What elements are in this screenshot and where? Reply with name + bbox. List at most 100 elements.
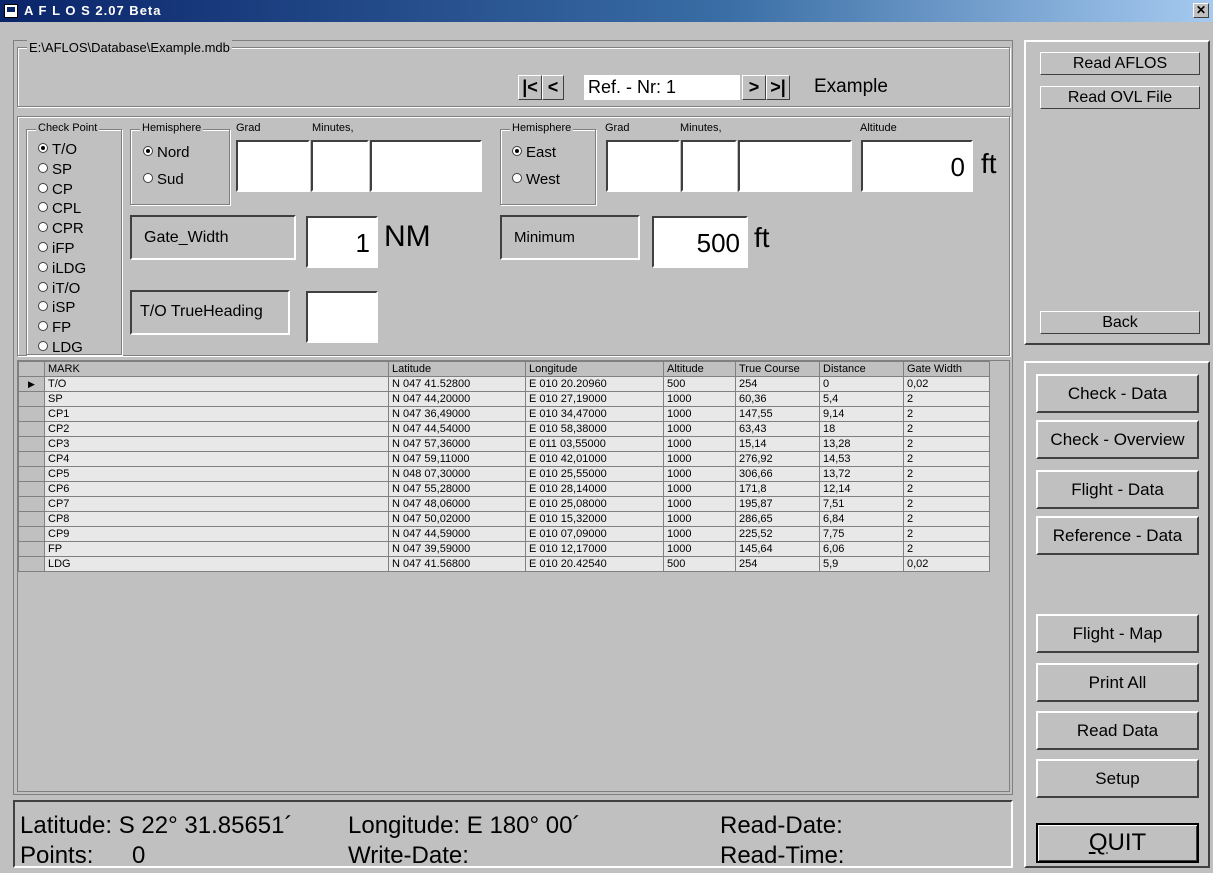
table-row[interactable]: CP8 N 047 50,02000 E 010 15,32000 1000 286,6… bbox=[18, 511, 990, 527]
radio-checkpoint-isp[interactable]: iSP bbox=[38, 300, 75, 315]
table-cell[interactable]: 1000 bbox=[663, 481, 736, 497]
table-cell[interactable]: 1000 bbox=[663, 406, 736, 422]
table-cell[interactable]: 2 bbox=[903, 451, 990, 467]
first-record-button[interactable]: |< bbox=[518, 75, 542, 100]
table-cell[interactable]: 276,92 bbox=[735, 451, 820, 467]
column-header[interactable]: Distance bbox=[819, 361, 904, 377]
table-cell[interactable]: 171,8 bbox=[735, 481, 820, 497]
row-selector[interactable] bbox=[18, 421, 45, 437]
row-selector[interactable] bbox=[18, 391, 45, 407]
table-cell[interactable]: 0,02 bbox=[903, 556, 990, 572]
radio-checkpoint-ito[interactable]: iT/O bbox=[38, 281, 80, 296]
table-row[interactable]: CP7 N 047 48,06000 E 010 25,08000 1000 195,8… bbox=[18, 496, 990, 512]
table-row[interactable]: ▶ T/O N 047 41.52800 E 010 20.20960 500 254 0 0… bbox=[18, 376, 990, 392]
table-cell[interactable]: 1000 bbox=[663, 391, 736, 407]
table-cell[interactable]: E 010 07,09000 bbox=[525, 526, 664, 542]
radio-checkpoint-cp[interactable]: CP bbox=[38, 182, 73, 197]
table-cell[interactable]: N 047 44,59000 bbox=[388, 526, 526, 542]
table-cell[interactable]: 1000 bbox=[663, 466, 736, 482]
table-cell[interactable]: 7,51 bbox=[819, 496, 904, 512]
table-cell[interactable]: 2 bbox=[903, 466, 990, 482]
radio-checkpoint-ldg[interactable]: LDG bbox=[38, 340, 83, 355]
table-cell[interactable]: 254 bbox=[735, 376, 820, 392]
radio-checkpoint-fp[interactable]: FP bbox=[38, 320, 71, 335]
next-record-button[interactable]: > bbox=[742, 75, 766, 100]
table-cell[interactable]: 63,43 bbox=[735, 421, 820, 437]
lon-grad-input[interactable] bbox=[606, 140, 680, 192]
row-selector[interactable] bbox=[18, 466, 45, 482]
check-overview-button[interactable]: Check - Overview bbox=[1036, 420, 1199, 459]
table-cell[interactable]: E 010 27,19000 bbox=[525, 391, 664, 407]
radio-checkpoint-to[interactable]: T/O bbox=[38, 142, 77, 157]
radio-checkpoint-ifp[interactable]: iFP bbox=[38, 241, 75, 256]
lon-minutes-input[interactable] bbox=[681, 140, 737, 192]
table-cell[interactable]: CP1 bbox=[44, 406, 389, 422]
radio-checkpoint-cpl[interactable]: CPL bbox=[38, 201, 81, 216]
table-cell[interactable]: 2 bbox=[903, 541, 990, 557]
table-cell[interactable]: N 047 41.56800 bbox=[388, 556, 526, 572]
table-cell[interactable]: 14,53 bbox=[819, 451, 904, 467]
table-cell[interactable]: CP6 bbox=[44, 481, 389, 497]
table-cell[interactable]: E 010 12,17000 bbox=[525, 541, 664, 557]
table-cell[interactable]: CP4 bbox=[44, 451, 389, 467]
table-cell[interactable]: 7,75 bbox=[819, 526, 904, 542]
table-cell[interactable]: 286,65 bbox=[735, 511, 820, 527]
table-cell[interactable]: 500 bbox=[663, 376, 736, 392]
table-cell[interactable]: T/O bbox=[44, 376, 389, 392]
altitude-input[interactable]: 0 bbox=[861, 140, 973, 192]
radio-checkpoint-sp[interactable]: SP bbox=[38, 162, 72, 177]
row-selector[interactable] bbox=[18, 526, 45, 542]
table-cell[interactable]: N 047 44,20000 bbox=[388, 391, 526, 407]
row-selector[interactable] bbox=[18, 496, 45, 512]
table-cell[interactable]: 15,14 bbox=[735, 436, 820, 452]
table-cell[interactable]: 12,14 bbox=[819, 481, 904, 497]
check-data-button[interactable]: Check - Data bbox=[1036, 374, 1199, 413]
table-cell[interactable]: E 010 28,14000 bbox=[525, 481, 664, 497]
table-cell[interactable]: 6,84 bbox=[819, 511, 904, 527]
table-cell[interactable]: E 010 42,01000 bbox=[525, 451, 664, 467]
table-cell[interactable]: 306,66 bbox=[735, 466, 820, 482]
table-cell[interactable]: 0 bbox=[819, 376, 904, 392]
table-row[interactable]: CP4 N 047 59,11000 E 010 42,01000 1000 276,9… bbox=[18, 451, 990, 467]
table-cell[interactable]: N 047 39,59000 bbox=[388, 541, 526, 557]
column-header[interactable]: True Course bbox=[735, 361, 820, 377]
table-row[interactable]: CP1 N 047 36,49000 E 010 34,47000 1000 147,5… bbox=[18, 406, 990, 422]
row-selector[interactable] bbox=[18, 406, 45, 422]
row-selector[interactable] bbox=[18, 511, 45, 527]
heading-input[interactable] bbox=[306, 291, 378, 343]
table-cell[interactable]: 2 bbox=[903, 511, 990, 527]
flight-data-button[interactable]: Flight - Data bbox=[1036, 470, 1199, 509]
table-cell[interactable]: 2 bbox=[903, 391, 990, 407]
table-cell[interactable]: 9,14 bbox=[819, 406, 904, 422]
current-row-indicator-icon[interactable]: ▶ bbox=[18, 376, 45, 392]
read-aflos-button[interactable]: Read AFLOS bbox=[1040, 52, 1200, 75]
table-cell[interactable]: E 010 20.20960 bbox=[525, 376, 664, 392]
table-cell[interactable]: 254 bbox=[735, 556, 820, 572]
gate-width-input[interactable]: 1 bbox=[306, 216, 378, 268]
radio-nord[interactable]: Nord bbox=[143, 145, 190, 160]
table-cell[interactable]: LDG bbox=[44, 556, 389, 572]
table-cell[interactable]: N 047 55,28000 bbox=[388, 481, 526, 497]
print-all-button[interactable]: Print All bbox=[1036, 663, 1199, 702]
table-cell[interactable]: CP2 bbox=[44, 421, 389, 437]
table-cell[interactable]: CP5 bbox=[44, 466, 389, 482]
table-row[interactable]: CP9 N 047 44,59000 E 010 07,09000 1000 225,5… bbox=[18, 526, 990, 542]
prev-record-button[interactable]: < bbox=[542, 75, 564, 100]
table-cell[interactable]: 13,72 bbox=[819, 466, 904, 482]
table-row[interactable]: CP2 N 047 44,54000 E 010 58,38000 1000 63,43… bbox=[18, 421, 990, 437]
table-cell[interactable]: 5,4 bbox=[819, 391, 904, 407]
column-header[interactable]: Gate Width bbox=[903, 361, 990, 377]
table-cell[interactable]: N 047 57,36000 bbox=[388, 436, 526, 452]
lat-minutes-input[interactable] bbox=[311, 140, 369, 192]
table-cell[interactable]: 2 bbox=[903, 481, 990, 497]
table-cell[interactable]: 1000 bbox=[663, 451, 736, 467]
table-cell[interactable]: N 048 07,30000 bbox=[388, 466, 526, 482]
lat-grad-input[interactable] bbox=[236, 140, 310, 192]
table-cell[interactable]: 2 bbox=[903, 526, 990, 542]
table-cell[interactable]: 225,52 bbox=[735, 526, 820, 542]
table-cell[interactable]: CP7 bbox=[44, 496, 389, 512]
table-cell[interactable]: 18 bbox=[819, 421, 904, 437]
table-cell[interactable]: CP8 bbox=[44, 511, 389, 527]
table-row[interactable]: CP3 N 047 57,36000 E 011 03,55000 1000 15,14… bbox=[18, 436, 990, 452]
table-row[interactable]: CP6 N 047 55,28000 E 010 28,14000 1000 171,8… bbox=[18, 481, 990, 497]
